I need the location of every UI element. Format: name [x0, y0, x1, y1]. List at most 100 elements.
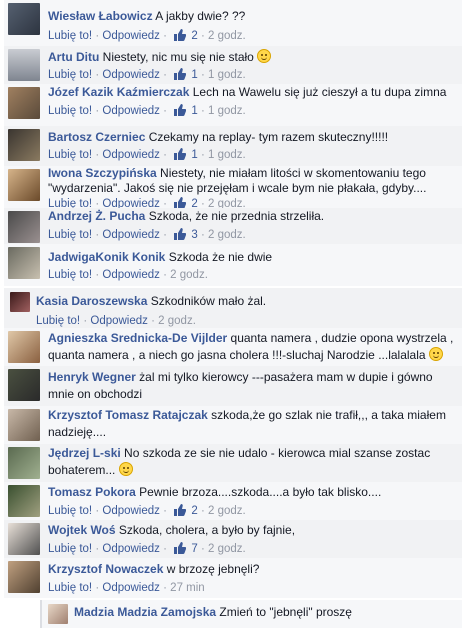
timestamp[interactable]: 2 godz.: [158, 315, 196, 327]
like-count[interactable]: 2: [191, 505, 197, 517]
like-link[interactable]: Lubię to!: [48, 505, 92, 517]
thumbs-up-icon: [174, 504, 187, 516]
timestamp[interactable]: 27 min: [170, 582, 205, 594]
comment-author[interactable]: JadwigaKonik Konik: [48, 250, 165, 264]
like-link[interactable]: Lubię to!: [48, 30, 92, 42]
like-link[interactable]: Lubię to!: [36, 315, 80, 327]
comment-author[interactable]: Artu Ditu: [48, 50, 99, 64]
reply-link[interactable]: Odpowiedz: [102, 30, 160, 42]
timestamp[interactable]: 1 godz.: [208, 69, 246, 81]
comment-text: Pewnie brzoza....szkoda....a było tak bl…: [139, 485, 382, 499]
like-link[interactable]: Lubię to!: [48, 229, 92, 241]
comment-author[interactable]: Madzia Madzia Zamojska: [74, 605, 216, 619]
reply-link[interactable]: Odpowiedz: [102, 229, 160, 241]
avatar[interactable]: [8, 447, 40, 479]
comment: Wojtek Woś Szkoda, cholera, a było by fa…: [4, 520, 462, 558]
reply-link[interactable]: Odpowiedz: [102, 582, 160, 594]
comment-meta: Lubię to! · Odpowiedz · 1 · 1 godz.: [48, 104, 246, 117]
comment-author[interactable]: Józef Kazik Kaźmierczak: [48, 85, 189, 99]
thumbs-up-icon: [174, 29, 187, 41]
avatar[interactable]: [8, 369, 40, 401]
timestamp[interactable]: 2 godz.: [208, 229, 246, 241]
timestamp[interactable]: 2 godz.: [170, 269, 208, 281]
comment-text: Czekamy na replay- tym razem skuteczny!!…: [148, 130, 389, 144]
comment-author[interactable]: Henryk Wegner: [48, 370, 136, 384]
reply-link[interactable]: Odpowiedz: [102, 149, 160, 161]
thumbs-up-icon: [174, 68, 187, 80]
comment-text: Szkodników mało żal.: [150, 294, 267, 308]
comment-author[interactable]: Wojtek Woś: [48, 523, 116, 537]
avatar[interactable]: [8, 485, 40, 517]
comment-author[interactable]: Jędrzej L-ski: [48, 446, 121, 460]
avatar[interactable]: [48, 604, 68, 624]
comment-author[interactable]: Iwona Szczypińska: [48, 166, 157, 180]
avatar[interactable]: [8, 3, 40, 35]
comment-author[interactable]: Andrzej Ż. Pucha: [48, 209, 145, 223]
avatar[interactable]: [8, 247, 40, 279]
comment-text: Szkoda, cholera, a było by fajnie,: [118, 523, 296, 537]
comment: Jędrzej L-ski No szkoda ze sie nie udalo…: [4, 444, 462, 482]
like-count[interactable]: 2: [191, 30, 197, 42]
comment-meta: Lubię to! · Odpowiedz · 2 godz.: [48, 269, 208, 281]
comment-text: Szkoda że nie dwie: [168, 250, 273, 264]
avatar[interactable]: [8, 409, 40, 441]
avatar[interactable]: [8, 211, 40, 243]
comment: Andrzej Ż. Pucha Szkoda, że nie przednia…: [4, 208, 462, 244]
reply-link[interactable]: Odpowiedz: [102, 105, 160, 117]
like-count[interactable]: 1: [191, 149, 197, 161]
comment-author[interactable]: Wiesław Łabowicz: [48, 9, 153, 23]
comment-text: Zmień to "jebnęli" proszę: [219, 605, 352, 619]
comment-meta: Lubię to! · Odpowiedz · 7 · 2 godz.: [48, 542, 246, 555]
avatar[interactable]: [10, 292, 30, 312]
comment-meta: Lubię to! · Odpowiedz · 2 godz.: [36, 315, 196, 327]
comment-author[interactable]: Krzysztof Nowaczek: [48, 562, 163, 576]
comment-meta: Lubię to! · Odpowiedz · 1 · 1 godz.: [48, 148, 246, 161]
reply-link[interactable]: Odpowiedz: [90, 315, 148, 327]
timestamp[interactable]: 2 godz.: [208, 543, 246, 555]
comment-meta: Lubię to! · Odpowiedz · 3 · 2 godz.: [48, 228, 246, 241]
comment-author[interactable]: Kasia Daroszewska: [36, 294, 147, 308]
avatar[interactable]: [8, 331, 40, 363]
comment: Artu Ditu Niestety, nic mu się nie stało…: [4, 46, 462, 84]
like-link[interactable]: Lubię to!: [48, 543, 92, 555]
reply-link[interactable]: Odpowiedz: [102, 505, 160, 517]
comment: Iwona Szczypińska Niestety, nie miałam l…: [4, 166, 462, 210]
like-link[interactable]: Lubię to!: [48, 269, 92, 281]
reply-link[interactable]: Odpowiedz: [102, 543, 160, 555]
comment: Kasia Daroszewska Szkodników mało żal. L…: [4, 288, 462, 328]
reply-link[interactable]: Odpowiedz: [102, 69, 160, 81]
comment-author[interactable]: Agnieszka Srednicka-De Vijlder: [48, 331, 227, 345]
avatar[interactable]: [8, 87, 40, 119]
comment: Tomasz Pokora Pewnie brzoza....szkoda...…: [4, 482, 462, 520]
timestamp[interactable]: 2 godz.: [208, 30, 246, 42]
smile-emoji-icon: [257, 49, 272, 63]
comment: JadwigaKonik Konik Szkoda że nie dwie Lu…: [4, 244, 462, 286]
avatar[interactable]: [8, 129, 40, 161]
like-count[interactable]: 7: [191, 543, 197, 555]
reply-link[interactable]: Odpowiedz: [102, 269, 160, 281]
like-count[interactable]: 1: [191, 69, 197, 81]
timestamp[interactable]: 1 godz.: [208, 105, 246, 117]
comment-author[interactable]: Tomasz Pokora: [48, 485, 136, 499]
comment-meta: Lubię to! · Odpowiedz · 1 · 1 godz.: [48, 68, 246, 81]
timestamp[interactable]: 2 godz.: [208, 505, 246, 517]
like-count[interactable]: 3: [191, 229, 197, 241]
smile-emoji-icon: [428, 347, 443, 361]
timestamp[interactable]: 1 godz.: [208, 149, 246, 161]
like-link[interactable]: Lubię to!: [48, 105, 92, 117]
avatar[interactable]: [8, 169, 40, 201]
smile-emoji-icon: [118, 462, 133, 476]
reply-comment: Madzia Madzia Zamojska Zmień to "jebnęli…: [40, 600, 462, 628]
like-link[interactable]: Lubię to!: [48, 582, 92, 594]
comment-author[interactable]: Krzysztof Tomasz Ratajczak: [48, 408, 208, 422]
comment: Wiesław Łabowicz A jakby dwie? ?? Lubię …: [4, 0, 462, 46]
avatar[interactable]: [8, 523, 40, 555]
thumbs-up-icon: [174, 148, 187, 160]
avatar[interactable]: [8, 561, 40, 593]
comment: Krzysztof Tomasz Ratajczak szkoda,że go …: [4, 406, 462, 444]
like-link[interactable]: Lubię to!: [48, 149, 92, 161]
avatar[interactable]: [8, 49, 40, 81]
like-count[interactable]: 1: [191, 105, 197, 117]
comment-author[interactable]: Bartosz Czerniec: [48, 130, 145, 144]
like-link[interactable]: Lubię to!: [48, 69, 92, 81]
